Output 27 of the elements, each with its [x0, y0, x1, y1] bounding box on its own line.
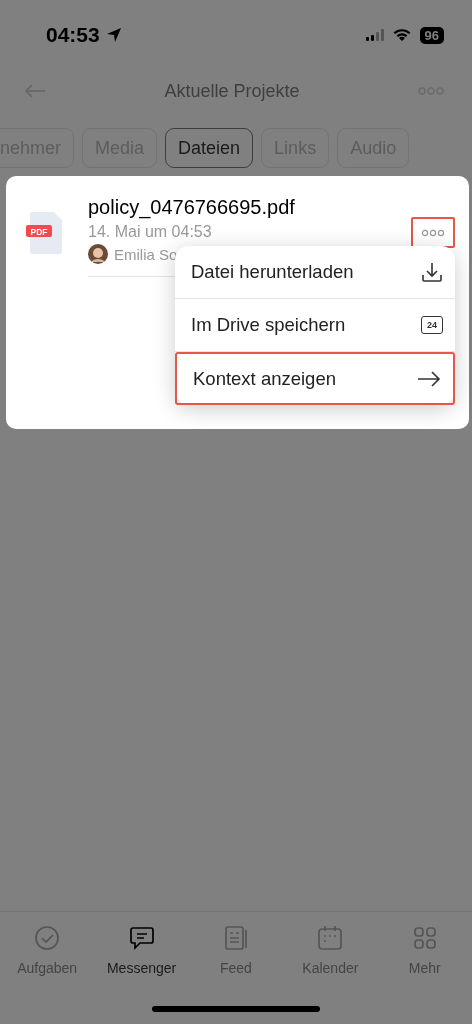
nav-tab[interactable]: Aufgaben	[2, 924, 93, 996]
more-button[interactable]	[411, 217, 455, 248]
nav-tab[interactable]: Mehr	[379, 924, 470, 996]
menu-item[interactable]: Datei herunterladen	[175, 246, 455, 299]
nav-tab[interactable]: Kalender	[285, 924, 376, 996]
download-icon	[421, 261, 443, 283]
avatar	[88, 244, 108, 264]
filter-tab[interactable]: Dateien	[165, 128, 254, 168]
calendar-icon	[316, 924, 345, 952]
wifi-icon	[391, 28, 412, 42]
header-title: Aktuelle Projekte	[164, 80, 300, 102]
menu-item[interactable]: Im Drive speichern 24	[175, 299, 455, 352]
menu-item[interactable]: Kontext anzeigen	[175, 352, 455, 405]
location-icon	[105, 27, 122, 43]
folder-icon: 24	[421, 316, 443, 334]
file-name: policy_0476766695.pdf	[88, 196, 296, 219]
nav-tab[interactable]: Feed	[190, 924, 281, 996]
more-icon	[421, 229, 445, 237]
status-time: 04:53	[46, 23, 100, 47]
nav-tab[interactable]: Messenger	[96, 924, 187, 996]
author-name: Emilia So	[114, 245, 178, 263]
signal-icon	[365, 29, 386, 41]
chat-icon	[127, 924, 156, 952]
arrow-icon	[417, 370, 441, 387]
check-circle-icon	[33, 924, 62, 952]
file-date: 14. Mai um 04:53	[88, 223, 213, 241]
battery-indicator: 96	[419, 26, 444, 44]
